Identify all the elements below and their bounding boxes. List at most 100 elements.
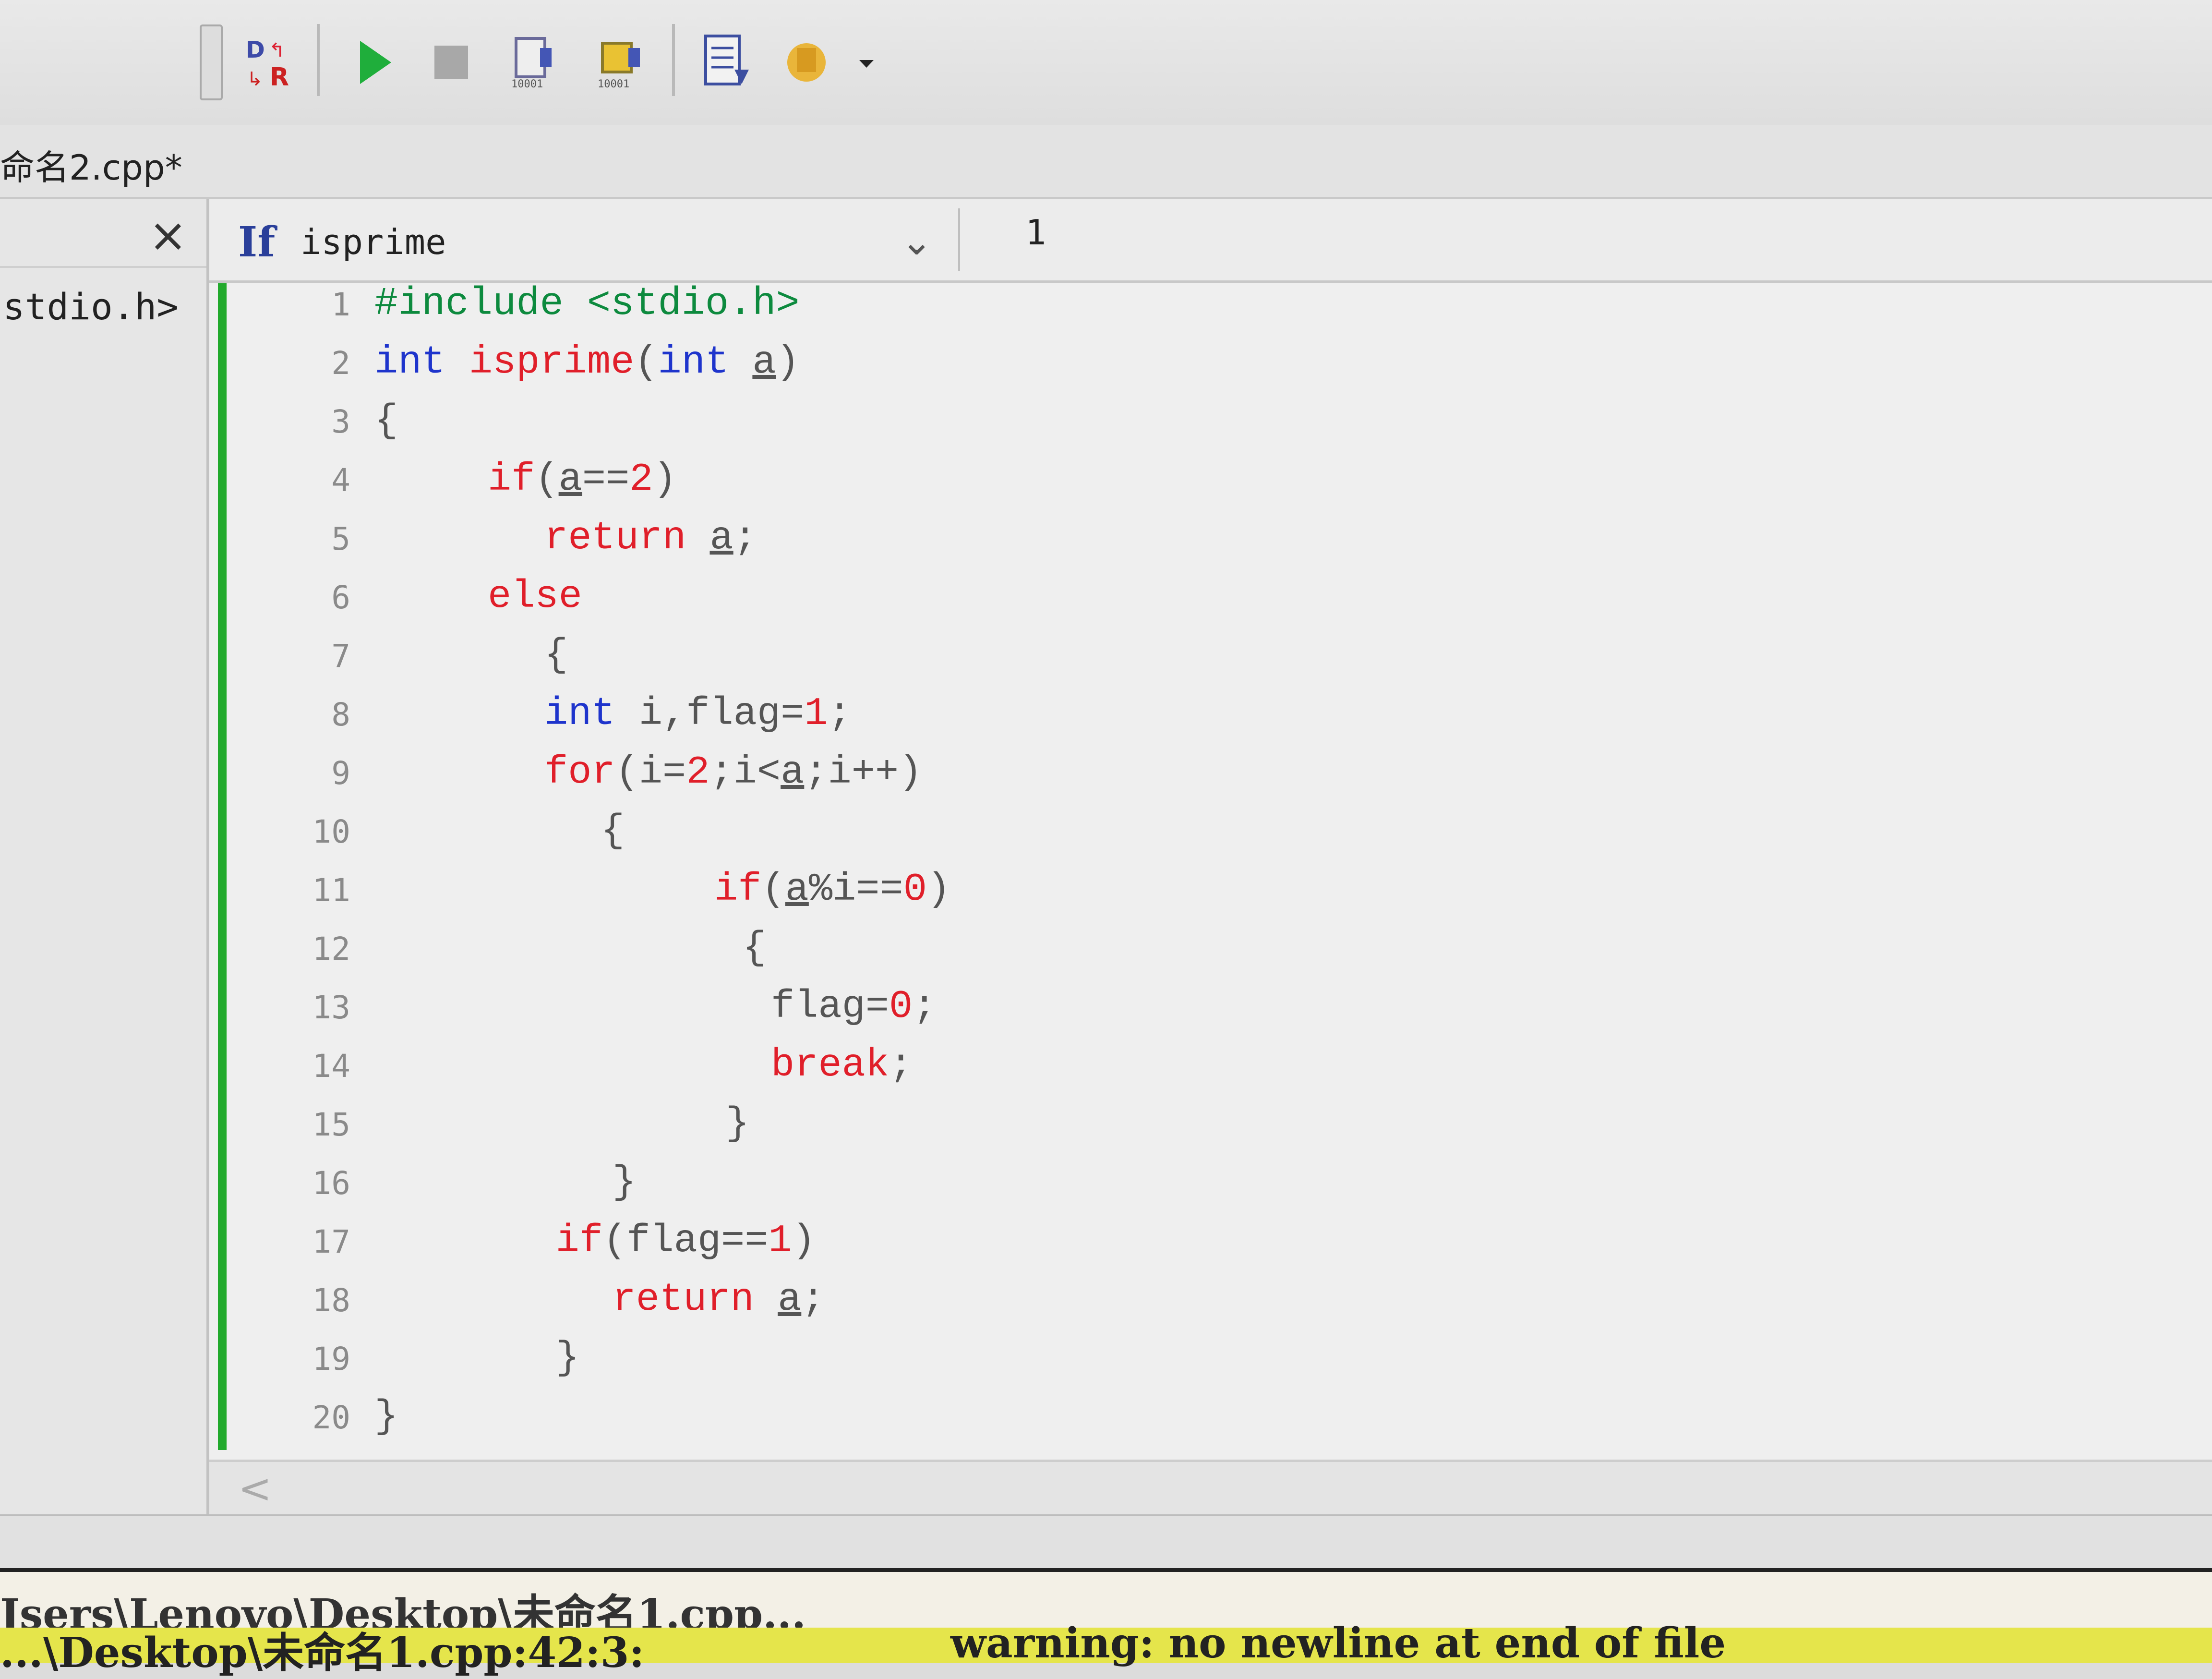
code-token: ) [792,1219,816,1263]
line-number: 9 [331,755,350,792]
code-text: flag=0; [771,984,936,1029]
toolbar: D ↰ R ↳ 10001 10001 [0,0,2212,125]
code-text: } [374,1394,398,1439]
left-panel-header: × [0,199,206,268]
code-token: a [752,340,776,385]
code-line[interactable]: 8 int i,flag=1; [230,689,2151,746]
code-token: ; [828,691,852,736]
code-line[interactable]: 15} [230,1099,2151,1156]
code-token: ( [634,340,658,385]
code-area[interactable]: 1 #include <stdio.h> 2 int isprime(int a) 3{… [230,278,2199,1460]
svg-text:D: D [246,36,265,63]
code-line[interactable]: 16} [230,1157,2151,1215]
code-token: 0 [903,867,927,912]
code-line[interactable]: 19} [230,1333,2151,1390]
code-line[interactable]: 6 else [230,571,2151,629]
file-tab[interactable]: 命名2.cpp* [0,139,182,190]
line-number: 2 [331,345,350,382]
code-line[interactable]: 10 { [230,806,2151,863]
compile-run-icon[interactable]: D ↰ R ↳ [235,29,302,96]
code-line[interactable]: 1 #include <stdio.h> [230,278,2151,336]
code-text: if(a==2) [488,457,677,502]
code-text: return a; [544,516,757,560]
code-line[interactable]: 2 int isprime(int a) [230,337,2151,395]
code-text: } [726,1101,749,1146]
function-combo-bar: If isprime ⌄ 1 [209,199,2212,283]
code-token: a [778,1277,802,1322]
code-token: (i= [615,750,686,795]
run-icon[interactable] [346,29,403,96]
code-token: } [374,1394,398,1439]
code-token: a [709,516,733,560]
code-line[interactable]: 5 return a; [230,513,2151,570]
line-number: 10 [312,813,350,850]
code-token: { [601,809,625,853]
code-line[interactable]: 12 { [230,923,2151,980]
code-line[interactable]: 7{ [230,630,2151,688]
toolbar-dropdown-icon[interactable] [850,29,883,96]
code-line[interactable]: 17 if(flag==1) [230,1216,2151,1273]
code-text: break; [771,1043,913,1087]
tool-icon[interactable] [773,29,840,96]
code-line[interactable]: 4 if(a==2) [230,454,2151,512]
line-number: 18 [312,1282,350,1319]
code-token: a [781,750,805,795]
code-token: ; [913,984,937,1029]
code-token: else [488,574,582,619]
code-token: { [743,926,767,970]
code-file-icon[interactable] [691,29,758,96]
line-indicator[interactable]: 1 [1025,212,1046,253]
code-token: ; [733,516,757,560]
stop-icon[interactable] [422,29,480,96]
code-token: ;i++) [804,750,923,795]
debug-icon[interactable]: 10001 [504,29,571,96]
code-line[interactable]: 20} [230,1391,2151,1449]
code-text: { [374,399,398,443]
scroll-left-icon[interactable]: < [238,1465,272,1512]
line-number: 15 [312,1106,350,1143]
code-token: ; [889,1043,913,1087]
debug-step-icon[interactable]: 10001 [590,29,658,96]
left-panel-item[interactable]: stdio.h> [3,285,179,328]
code-line[interactable]: 13 flag=0; [230,981,2151,1039]
code-line[interactable]: 3{ [230,396,2151,453]
code-text: int i,flag=1; [544,691,852,736]
code-text: } [556,1336,579,1380]
toolbar-handle [197,24,226,100]
code-text: { [743,926,766,970]
code-line[interactable]: 14 break; [230,1040,2151,1098]
line-number: 13 [312,989,350,1026]
code-token: if [488,457,535,502]
file-tab-bar: 命名2.cpp* [0,125,2212,199]
code-token: int [544,691,639,736]
code-line[interactable]: 9 for(i=2;i<a;i++) [230,747,2151,805]
svg-text:10001: 10001 [598,78,629,90]
code-token: == [582,457,630,502]
warning-line[interactable]: ...\Desktop\未命名1.cpp:42:3: warning: no n… [0,1619,2212,1677]
line-number: 3 [331,403,350,440]
code-token: i,flag= [638,691,805,736]
code-text: int isprime(int a) [374,340,800,385]
code-text: else [488,574,582,619]
line-number: 5 [331,520,350,557]
line-number: 17 [312,1223,350,1260]
code-token: ) [653,457,677,502]
code-token: if [714,867,762,912]
code-line[interactable]: 11 if(a%i==0) [230,864,2151,922]
close-icon[interactable]: × [149,208,187,262]
bottom-panel-splitter[interactable] [0,1514,2212,1570]
code-token: 1 [768,1219,792,1263]
code-line[interactable]: 18 return a; [230,1274,2151,1332]
chevron-down-icon[interactable]: ⌄ [901,219,933,264]
compiler-output: Jsers\Lenovo\Desktop\未命名1.cpp... ...\Des… [0,1568,2212,1677]
code-token: 1 [804,691,828,736]
svg-text:↰: ↰ [269,39,285,61]
code-token: isprime [469,340,635,385]
horizontal-scrollbar[interactable]: < [209,1460,2212,1515]
code-token: a [558,457,582,502]
code-token: 0 [889,984,913,1029]
line-number: 12 [312,930,350,967]
code-token: a [785,867,809,912]
function-select[interactable]: If isprime ⌄ [219,208,960,271]
line-number: 20 [312,1399,350,1436]
